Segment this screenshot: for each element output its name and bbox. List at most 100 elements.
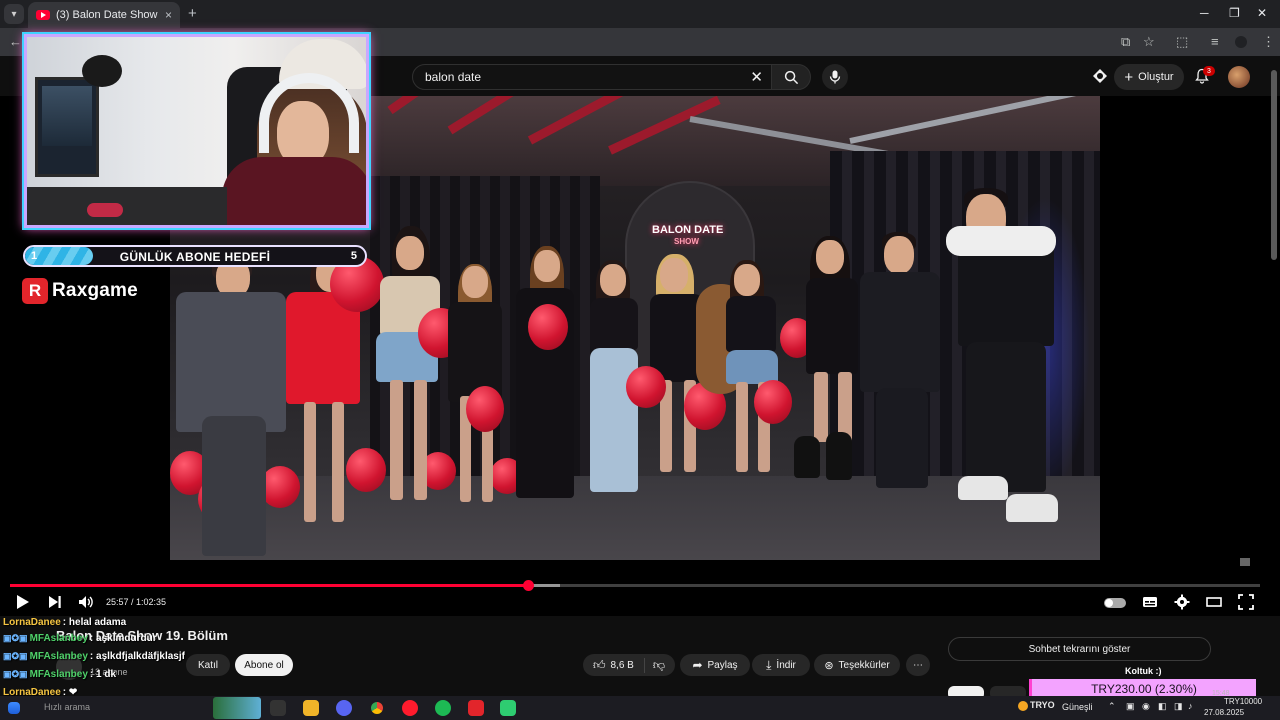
discord-icon[interactable]: [336, 700, 352, 716]
chat-message: ▣✪▣ MFAslanbey: aşlkdfjalkdäfjklasjf: [3, 651, 185, 662]
new-tab-button[interactable]: +: [188, 5, 197, 22]
like-count: 8,6 B: [610, 659, 634, 671]
streamer-webcam: [24, 34, 369, 228]
tray-mic-icon[interactable]: ◉: [1142, 701, 1150, 712]
subtitles-icon[interactable]: [1142, 594, 1158, 610]
cast-tab-icon[interactable]: ⧉: [1121, 34, 1130, 50]
join-button[interactable]: Katıl: [186, 654, 230, 676]
balloon: [346, 448, 386, 492]
file-explorer-icon[interactable]: [303, 700, 319, 716]
chat-message: LornaDanee: helal adama: [3, 617, 126, 628]
chat-badges-icon: ▣✪▣: [3, 651, 28, 661]
subscribe-button[interactable]: Abone ol: [235, 654, 293, 676]
window-close-icon[interactable]: ✕: [1257, 6, 1267, 20]
autoplay-toggle[interactable]: [1104, 598, 1126, 608]
share-button[interactable]: ➦ Paylaş: [680, 654, 750, 676]
chrome-icon[interactable]: [369, 700, 385, 716]
back-icon[interactable]: ←: [9, 34, 22, 49]
progress-scrubber[interactable]: [522, 580, 534, 591]
tab-search-button[interactable]: ▾: [4, 4, 24, 24]
minimize-icon[interactable]: ─: [1200, 6, 1209, 20]
share-icon: ➦: [692, 658, 703, 672]
browser-tab[interactable]: (3) Balon Date Show 19. Bölüm ×: [28, 2, 180, 28]
chat-text: : aşlkdfjalkdäfjklasjf: [89, 651, 185, 662]
chat-message: ▣✪▣ MFAslanbey: aşkımdurdur: [3, 633, 157, 644]
tray-network-icon[interactable]: ◧: [1158, 701, 1167, 712]
thanks-button[interactable]: ⊛ Teşekkürler: [814, 654, 900, 676]
chat-username: MFAslanbey: [29, 669, 88, 680]
gear-icon[interactable]: [1174, 594, 1190, 610]
play-icon[interactable]: [16, 594, 30, 610]
create-button[interactable]: + Oluştur: [1114, 64, 1184, 90]
subscriber-goal-bar: 1 GÜNLÜK ABONE HEDEFİ 5: [23, 245, 367, 267]
taskbar-search[interactable]: Hızlı arama: [44, 702, 90, 712]
app-icon[interactable]: [468, 700, 484, 716]
download-label: İndir: [776, 659, 796, 671]
ai-cast-icon[interactable]: [1092, 68, 1108, 84]
donation-title: Koltuk :): [1125, 666, 1162, 676]
tray-chevron-icon[interactable]: ⌃: [1108, 701, 1116, 712]
fullscreen-icon[interactable]: [1238, 594, 1254, 610]
chat-username: LornaDanee: [3, 617, 61, 628]
restore-icon[interactable]: ❐: [1229, 6, 1240, 20]
tray-apps-icon[interactable]: ▣: [1126, 701, 1135, 712]
search-highlight-image[interactable]: [213, 697, 261, 719]
taskbar-time: 15:48: [1212, 690, 1230, 697]
tab-title: (3) Balon Date Show 19. Bölüm: [56, 9, 159, 21]
extensions-icon[interactable]: ⬚: [1176, 34, 1188, 50]
sponsor-mark: R: [22, 278, 48, 304]
task-view-icon[interactable]: [270, 700, 286, 716]
volume-icon[interactable]: [78, 594, 94, 610]
goal-label: GÜNLÜK ABONE HEDEFİ: [119, 250, 271, 264]
super-thanks-icon: ⊛: [824, 659, 834, 672]
chat-text: : aşkımdurdur: [89, 633, 157, 644]
tray-volume-icon[interactable]: ♪: [1188, 701, 1193, 711]
more-actions-button[interactable]: ⋯: [906, 654, 930, 676]
clear-search-icon[interactable]: ✕: [750, 68, 763, 86]
tray-speaker-icon[interactable]: ◨: [1174, 701, 1183, 712]
thumbs-down-icon[interactable]: 👎︎: [645, 658, 665, 673]
page-scrollbar[interactable]: [1271, 70, 1277, 260]
balloon: [754, 380, 792, 424]
theater-mode-icon[interactable]: [1206, 594, 1222, 610]
goal-end-value: 5: [350, 250, 357, 262]
browser-tab-strip: ▾ (3) Balon Date Show 19. Bölüm × + ─ ❐ …: [0, 0, 1280, 28]
create-label: Oluştur: [1138, 71, 1174, 83]
like-button[interactable]: 👍︎ 8,6 B: [593, 657, 645, 673]
notification-count-badge: 3: [1203, 66, 1215, 76]
chat-username: MFAslanbey: [29, 633, 88, 644]
browser-menu-icon[interactable]: ⋮: [1262, 34, 1275, 50]
obs-app-icon[interactable]: [500, 700, 516, 716]
bookmark-star-icon[interactable]: ☆: [1143, 34, 1155, 50]
microphone-icon: [82, 55, 122, 87]
profile-icon[interactable]: [1235, 36, 1247, 48]
youtube-favicon-icon: [36, 10, 50, 20]
account-avatar[interactable]: [1228, 66, 1250, 88]
tab-close-icon[interactable]: ×: [165, 8, 172, 22]
taskbar-currency: TRY10000: [1224, 697, 1263, 706]
taskbar-weather: Güneşli: [1062, 702, 1093, 712]
neon-sign-line-2: SHOW: [674, 237, 699, 246]
next-icon[interactable]: [48, 594, 62, 610]
chat-text: : helal adama: [62, 617, 127, 628]
media-controls-icon[interactable]: ≡: [1211, 34, 1219, 49]
spotify-icon[interactable]: [435, 700, 451, 716]
show-chat-replay-button[interactable]: Sohbet tekrarını göster: [948, 637, 1211, 661]
download-icon: ⤓: [766, 657, 772, 672]
opera-icon[interactable]: [402, 700, 418, 716]
start-icon[interactable]: [8, 702, 20, 714]
sponsor-logo: R Raxgame: [22, 278, 138, 304]
microphone-icon: [829, 70, 841, 84]
neon-sign-line-1: BALON DATE: [652, 224, 724, 236]
search-button[interactable]: [771, 64, 811, 90]
voice-search-button[interactable]: [822, 64, 848, 90]
more-icon: ⋯: [913, 659, 923, 671]
taskbar-date: 27.08.2025: [1204, 708, 1245, 717]
search-input[interactable]: balon date ✕: [412, 64, 772, 90]
progress-played: [10, 584, 528, 587]
balloon: [626, 366, 666, 408]
download-button[interactable]: ⤓ İndir: [752, 654, 810, 676]
watermark-icon: [1240, 558, 1250, 566]
video-progress-bar[interactable]: [10, 580, 1260, 591]
search-icon: [784, 70, 798, 84]
